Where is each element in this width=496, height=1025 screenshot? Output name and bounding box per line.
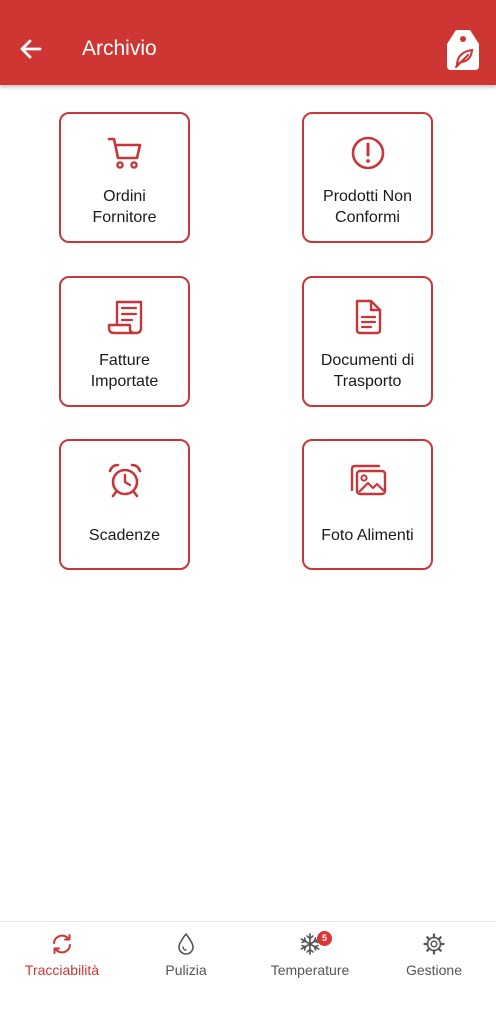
tab-label: Gestione	[405, 962, 463, 978]
shopping-cart-icon	[107, 137, 141, 169]
tile-label: Prodotti Non Conformi	[323, 188, 412, 226]
document-icon	[355, 299, 381, 335]
bottom-tab-bar: Tracciabilità Pulizia 5 Temperature Gest…	[0, 921, 496, 1025]
tile-label: Foto Alimenti	[321, 527, 414, 544]
tab-pulizia[interactable]: Pulizia	[124, 922, 248, 1002]
exclamation-circle-icon	[351, 136, 384, 170]
water-drop-icon	[178, 933, 194, 955]
sync-icon	[53, 934, 71, 954]
tile-label: Fatture Importate	[90, 352, 159, 390]
tab-tracciabilita[interactable]: Tracciabilità	[0, 922, 124, 1002]
tile-label: Documenti di Trasporto	[320, 352, 415, 390]
tile-label: Ordini Fornitore	[92, 188, 157, 226]
alarm-clock-icon	[108, 463, 141, 498]
cog-icon	[423, 933, 445, 955]
tab-gestione[interactable]: Gestione	[372, 922, 496, 1002]
notification-badge: 5	[317, 931, 332, 946]
tile-prodotti-non-conformi[interactable]: Prodotti Non Conformi	[302, 112, 433, 243]
tile-documenti-di-trasporto[interactable]: Documenti di Trasporto	[302, 276, 433, 407]
tile-fatture-importate[interactable]: Fatture Importate	[59, 276, 190, 407]
tab-label: Temperature	[270, 962, 350, 978]
images-icon	[350, 464, 386, 496]
tag-button[interactable]	[444, 28, 482, 72]
tile-scadenze[interactable]: Scadenze	[59, 439, 190, 570]
tile-label: Scadenze	[88, 527, 161, 544]
page-title: Archivio	[82, 37, 157, 60]
tab-label: Tracciabilità	[24, 962, 100, 978]
tile-ordini-fornitore[interactable]: Ordini Fornitore	[59, 112, 190, 243]
price-tag-leaf-icon	[447, 30, 479, 70]
app-header: Archivio	[0, 0, 496, 85]
arrow-left-icon	[20, 39, 42, 59]
back-button[interactable]	[16, 34, 46, 64]
tile-foto-alimenti[interactable]: Foto Alimenti	[302, 439, 433, 570]
tab-label: Pulizia	[165, 962, 207, 978]
tab-temperature[interactable]: 5 Temperature	[248, 922, 372, 1002]
receipt-icon	[107, 300, 142, 335]
